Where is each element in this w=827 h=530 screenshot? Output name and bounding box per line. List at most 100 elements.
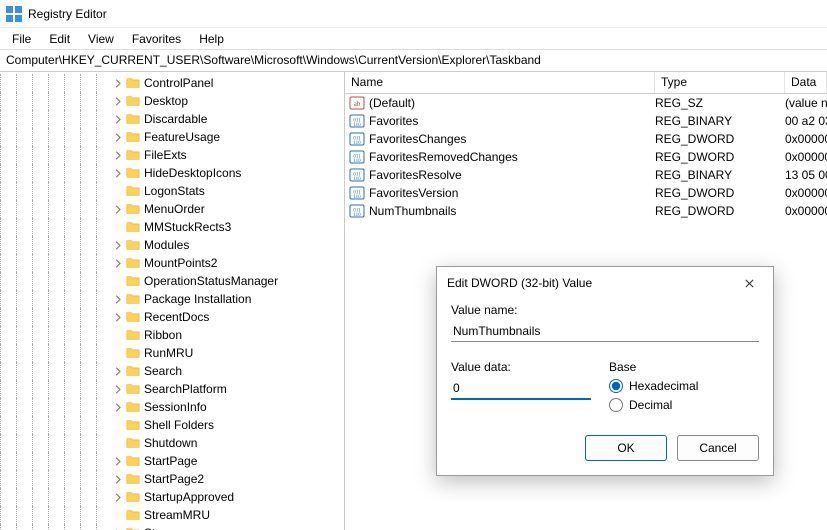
value-data: 0x00000	[785, 186, 827, 200]
tree-item-ribbon[interactable]: Ribbon	[0, 326, 344, 344]
expander-icon[interactable]	[112, 257, 124, 269]
value-row[interactable]: FavoritesVersionREG_DWORD0x00000	[345, 184, 827, 202]
tree-item-search[interactable]: Search	[0, 362, 344, 380]
radio-dec-input[interactable]	[609, 398, 623, 412]
chevron-right-icon	[114, 169, 123, 178]
tree-item-startupapproved[interactable]: StartupApproved	[0, 488, 344, 506]
tree-item-mountpoints2[interactable]: MountPoints2	[0, 254, 344, 272]
radio-hexadecimal[interactable]: Hexadecimal	[609, 379, 759, 393]
binary-value-icon	[349, 113, 365, 129]
tree-item-discardable[interactable]: Discardable	[0, 110, 344, 128]
tree-item-desktop[interactable]: Desktop	[0, 92, 344, 110]
folder-icon	[125, 508, 141, 522]
expander-icon[interactable]	[112, 491, 124, 503]
col-header-name[interactable]: Name	[345, 72, 655, 93]
chevron-right-icon	[114, 259, 123, 268]
menu-view[interactable]: View	[80, 30, 122, 48]
value-name-label: Value name:	[451, 303, 759, 317]
expander-icon[interactable]	[112, 401, 124, 413]
tree-item-menuorder[interactable]: MenuOrder	[0, 200, 344, 218]
value-row[interactable]: FavoritesChangesREG_DWORD0x00000	[345, 130, 827, 148]
tree-item-featureusage[interactable]: FeatureUsage	[0, 128, 344, 146]
expander-icon[interactable]	[112, 167, 124, 179]
expander-icon[interactable]	[112, 383, 124, 395]
tree-item-operationstatusmanager[interactable]: OperationStatusManager	[0, 272, 344, 290]
tree-item-shutdown[interactable]: Shutdown	[0, 434, 344, 452]
chevron-right-icon	[114, 457, 123, 466]
tree-item-label: StartPage2	[144, 470, 204, 488]
close-icon	[744, 278, 755, 289]
value-row[interactable]: FavoritesResolveREG_BINARY13 05 00	[345, 166, 827, 184]
folder-icon	[125, 130, 141, 144]
tree-item-label: Search	[144, 362, 182, 380]
chevron-right-icon	[114, 403, 123, 412]
value-name-field[interactable]	[451, 321, 759, 342]
tree-item-shell-folders[interactable]: Shell Folders	[0, 416, 344, 434]
tree-item-logonstats[interactable]: LogonStats	[0, 182, 344, 200]
folder-icon	[125, 238, 141, 252]
tree-item-package-installation[interactable]: Package Installation	[0, 290, 344, 308]
col-header-data[interactable]: Data	[785, 72, 827, 93]
tree-item-label: SearchPlatform	[144, 380, 227, 398]
expander-icon[interactable]	[112, 239, 124, 251]
tree-item-streams[interactable]: Streams	[0, 524, 344, 530]
tree-item-startpage2[interactable]: StartPage2	[0, 470, 344, 488]
value-data: 00 a2 03	[785, 114, 827, 128]
radio-hex-input[interactable]	[609, 379, 623, 393]
tree-item-runmru[interactable]: RunMRU	[0, 344, 344, 362]
value-data-field[interactable]	[451, 378, 591, 400]
chevron-right-icon	[114, 115, 123, 124]
value-row[interactable]: FavoritesRemovedChangesREG_DWORD0x00000	[345, 148, 827, 166]
tree-item-controlpanel[interactable]: ControlPanel	[0, 74, 344, 92]
window-title: Registry Editor	[28, 7, 107, 21]
expander-icon[interactable]	[112, 455, 124, 467]
cancel-button[interactable]: Cancel	[677, 435, 759, 461]
folder-icon	[125, 202, 141, 216]
tree-panel[interactable]: ControlPanelDesktopDiscardableFeatureUsa…	[0, 72, 345, 530]
folder-icon	[125, 418, 141, 432]
menu-edit[interactable]: Edit	[41, 30, 78, 48]
expander-icon[interactable]	[112, 203, 124, 215]
col-header-type[interactable]: Type	[655, 72, 785, 93]
value-name: FavoritesResolve	[369, 168, 462, 182]
folder-icon	[125, 292, 141, 306]
radio-decimal[interactable]: Decimal	[609, 398, 759, 412]
tree-item-label: ControlPanel	[144, 74, 213, 92]
expander-icon[interactable]	[112, 149, 124, 161]
expander-icon[interactable]	[112, 293, 124, 305]
value-row[interactable]: FavoritesREG_BINARY00 a2 03	[345, 112, 827, 130]
expander-icon[interactable]	[112, 473, 124, 485]
value-row[interactable]: NumThumbnailsREG_DWORD0x00000	[345, 202, 827, 220]
expander-icon[interactable]	[112, 365, 124, 377]
tree-item-fileexts[interactable]: FileExts	[0, 146, 344, 164]
tree-item-label: StartPage	[144, 452, 197, 470]
window-titlebar: Registry Editor	[0, 0, 827, 28]
tree-item-label: StartupApproved	[144, 488, 234, 506]
tree-item-streammru[interactable]: StreamMRU	[0, 506, 344, 524]
address-bar[interactable]: Computer\HKEY_CURRENT_USER\Software\Micr…	[0, 50, 827, 72]
tree-item-startpage[interactable]: StartPage	[0, 452, 344, 470]
tree-item-modules[interactable]: Modules	[0, 236, 344, 254]
chevron-right-icon	[114, 475, 123, 484]
tree-item-label: Ribbon	[144, 326, 182, 344]
expander-icon[interactable]	[112, 95, 124, 107]
value-type: REG_BINARY	[655, 114, 785, 128]
menu-favorites[interactable]: Favorites	[124, 30, 189, 48]
value-row[interactable]: (Default)REG_SZ(value n	[345, 94, 827, 112]
menu-help[interactable]: Help	[191, 30, 232, 48]
tree-item-hidedesktopicons[interactable]: HideDesktopIcons	[0, 164, 344, 182]
chevron-right-icon	[114, 295, 123, 304]
tree-item-sessioninfo[interactable]: SessionInfo	[0, 398, 344, 416]
tree-item-mmstuckrects3[interactable]: MMStuckRects3	[0, 218, 344, 236]
expander-icon[interactable]	[112, 77, 124, 89]
value-name: FavoritesVersion	[369, 186, 458, 200]
tree-item-searchplatform[interactable]: SearchPlatform	[0, 380, 344, 398]
chevron-right-icon	[114, 367, 123, 376]
tree-item-recentdocs[interactable]: RecentDocs	[0, 308, 344, 326]
menu-file[interactable]: File	[4, 30, 39, 48]
expander-icon[interactable]	[112, 131, 124, 143]
dialog-close-button[interactable]	[735, 272, 763, 294]
expander-icon[interactable]	[112, 311, 124, 323]
ok-button[interactable]: OK	[585, 435, 667, 461]
expander-icon[interactable]	[112, 113, 124, 125]
